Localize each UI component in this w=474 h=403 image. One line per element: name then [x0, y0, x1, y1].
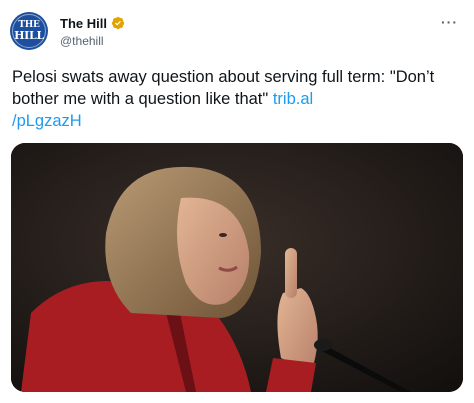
avatar-text-bottom: HILL: [14, 29, 44, 42]
tweet-card[interactable]: THE HILL The Hill @thehill ··· Pelosi sw…: [0, 0, 474, 403]
photo-illustration: [11, 143, 463, 392]
author-names: The Hill @thehill: [60, 14, 125, 48]
verified-badge-icon: [111, 16, 125, 30]
tweet-link-part1[interactable]: trib.al: [273, 90, 313, 108]
display-name[interactable]: The Hill: [60, 16, 107, 31]
tweet-link-part2[interactable]: /pLgzazH: [12, 112, 82, 130]
avatar-logo: THE HILL: [12, 14, 46, 48]
handle[interactable]: @thehill: [60, 34, 125, 48]
tweet-photo[interactable]: [11, 143, 463, 392]
more-options-icon[interactable]: ···: [441, 14, 458, 30]
display-name-row: The Hill: [60, 14, 125, 32]
tweet-text: Pelosi swats away question about serving…: [12, 66, 462, 132]
avatar[interactable]: THE HILL: [10, 12, 48, 50]
tweet-body: Pelosi swats away question about serving…: [12, 68, 435, 108]
